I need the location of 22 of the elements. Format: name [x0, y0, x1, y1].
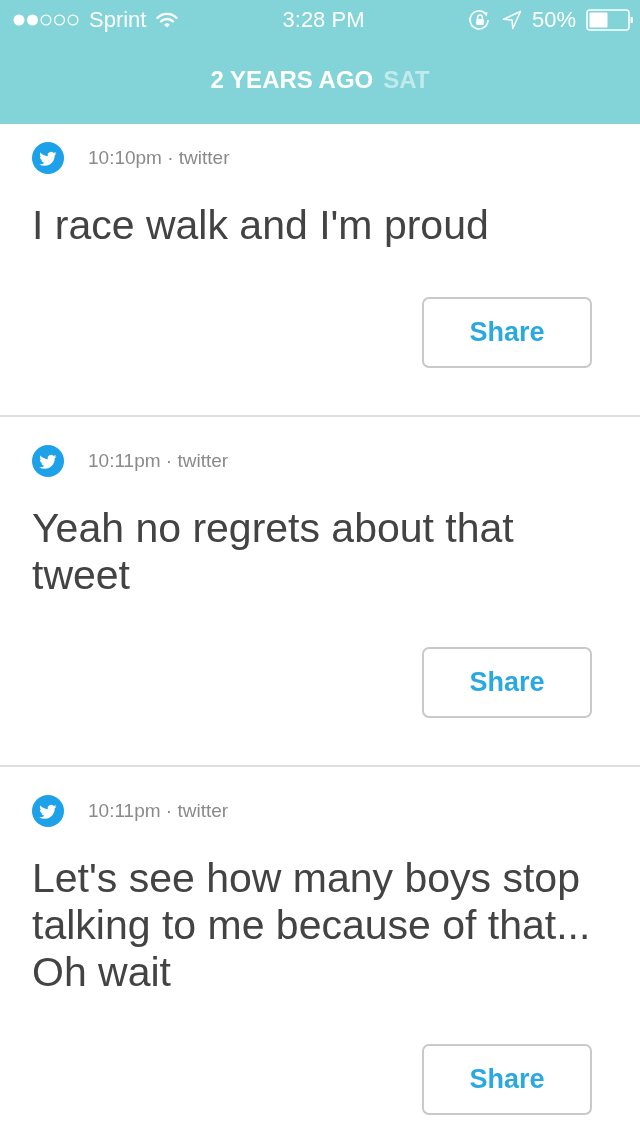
header-day: SAT [383, 66, 430, 94]
location-arrow-icon [501, 10, 522, 30]
twitter-bird-icon [32, 142, 64, 174]
twitter-bird-icon [32, 445, 64, 477]
post-meta: 10:11pm · twitter [88, 800, 229, 822]
status-time: 3:28 PM [282, 7, 365, 33]
signal-strength-icon [13, 14, 79, 26]
share-button[interactable]: Share [422, 647, 592, 718]
post-meta: 10:10pm · twitter [88, 147, 230, 169]
share-button[interactable]: Share [422, 297, 592, 368]
battery-percent: 50% [531, 7, 576, 33]
carrier-name: Sprint [89, 7, 147, 33]
post-text: Yeah no regrets about that tweet [32, 505, 515, 599]
post-text: I race walk and I'm proud [32, 202, 490, 249]
twitter-bird-icon [32, 795, 64, 827]
post-text: Let's see how many boys stop talking to me because of that... Oh wait [32, 855, 592, 996]
header-title: 2 YEARS AGO [210, 66, 374, 94]
battery-icon [586, 9, 634, 31]
rotation-lock-icon [467, 9, 492, 31]
wifi-icon [156, 12, 179, 28]
share-button[interactable]: Share [422, 1044, 592, 1115]
post-meta: 10:11pm · twitter [88, 450, 229, 472]
